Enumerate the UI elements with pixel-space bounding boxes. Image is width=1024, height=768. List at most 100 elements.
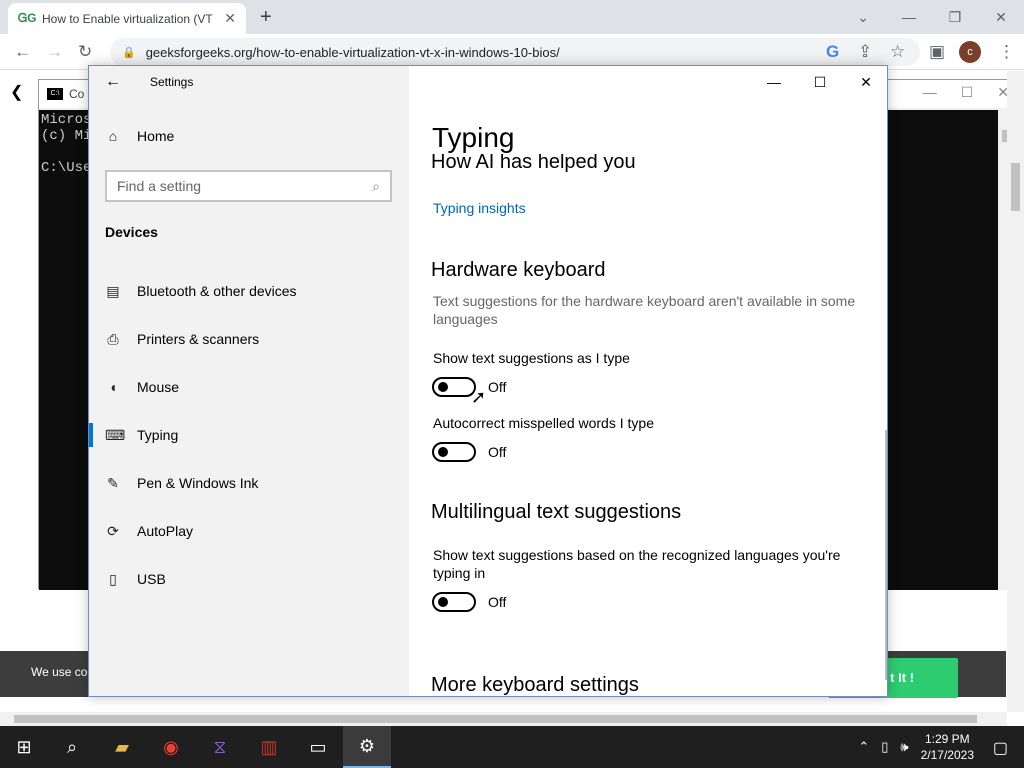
- network-icon[interactable]: ▯: [881, 739, 888, 755]
- sidebar-item-pen[interactable]: ✎ Pen & Windows Ink: [89, 459, 409, 507]
- search-input[interactable]: Find a setting ⌕: [105, 170, 392, 202]
- clock-time: 1:29 PM: [924, 732, 970, 746]
- url-text: geeksforgeeks.org/how-to-enable-virtuali…: [145, 44, 560, 60]
- new-tab-icon[interactable]: +: [260, 6, 272, 29]
- cmd-icon: C:\: [47, 88, 63, 100]
- search-icon: ⌕: [372, 177, 380, 194]
- command-prompt-icon[interactable]: ▭: [294, 726, 342, 768]
- sidebar-item-typing[interactable]: ⌨ Typing: [89, 411, 409, 459]
- settings-gear-icon[interactable]: ⚙: [343, 726, 391, 768]
- sidebar-item-label: Pen & Windows Ink: [137, 475, 259, 491]
- geeksforgeeks-icon: ᏀG: [18, 11, 37, 25]
- address-bar[interactable]: 🔒 geeksforgeeks.org/how-to-enable-virtua…: [110, 38, 920, 66]
- google-icon[interactable]: G: [826, 42, 839, 62]
- sidebar-item-mouse[interactable]: ◖ Mouse: [89, 363, 409, 411]
- sidebar-item-label: USB: [137, 571, 166, 587]
- hardware-keyboard-heading: Hardware keyboard: [431, 259, 606, 281]
- home-icon: ⌂: [108, 128, 118, 144]
- search-placeholder: Find a setting: [117, 178, 202, 194]
- keyboard-icon: ⌨: [105, 426, 126, 443]
- multilingual-heading: Multilingual text suggestions: [431, 501, 682, 523]
- back-arrow-icon[interactable]: ←: [105, 73, 121, 91]
- page-title: Typing: [432, 122, 515, 153]
- cmd-window-controls: — ☐ ✕: [923, 84, 1009, 101]
- clock-date: 2/17/2023: [920, 748, 974, 762]
- toggle-state: Off: [488, 379, 507, 395]
- page-vscroll-thumb[interactable]: [1011, 163, 1020, 211]
- tab-title: How to Enable virtualization (VT: [42, 11, 213, 26]
- sidebar-item-usb[interactable]: ▯ USB: [89, 555, 409, 603]
- settings-content: — ☐ ✕ Typing How AI has helped you Typin…: [409, 66, 887, 696]
- clock[interactable]: 1:29 PM 2/17/2023: [921, 731, 974, 763]
- page-hscroll-thumb[interactable]: [14, 715, 977, 723]
- forward-arrow-icon[interactable]: →: [46, 42, 63, 62]
- show-suggestions-toggle[interactable]: [432, 377, 476, 397]
- file-explorer-icon[interactable]: ▰: [98, 726, 146, 768]
- chevron-left-icon[interactable]: ❮: [10, 82, 23, 102]
- printer-icon: ⎙: [107, 330, 119, 347]
- profile-avatar[interactable]: c: [959, 41, 981, 63]
- multilingual-toggle-row: Off: [432, 592, 506, 612]
- mouse-cursor-icon: ➚: [471, 387, 487, 407]
- sidebar-item-autoplay[interactable]: ⟳ AutoPlay: [89, 507, 409, 555]
- browser-tab[interactable]: ᏀG How to Enable virtualization (VT ✕: [8, 3, 246, 34]
- maximize-icon[interactable]: ☐: [797, 66, 843, 98]
- settings-window: ← Settings ⌂ Home Find a setting ⌕ Devic…: [88, 65, 888, 697]
- settings-scrollbar[interactable]: [885, 430, 887, 680]
- autocorrect-toggle[interactable]: [432, 442, 476, 462]
- typing-insights-link[interactable]: Typing insights: [433, 200, 526, 216]
- restore-icon[interactable]: ❐: [932, 9, 978, 26]
- sidebar-item-printers[interactable]: ⎙ Printers & scanners: [89, 315, 409, 363]
- nav-home-label: Home: [137, 128, 175, 144]
- close-icon[interactable]: ✕: [843, 66, 887, 98]
- toggle-state: Off: [488, 594, 507, 610]
- sidebar-item-label: Bluetooth & other devices: [137, 283, 297, 299]
- sidebar-item-bluetooth[interactable]: ▤ Bluetooth & other devices: [89, 267, 409, 315]
- page-vertical-scrollbar[interactable]: [1007, 71, 1024, 712]
- tab-search-icon[interactable]: ⌄: [840, 9, 886, 26]
- minimize-icon[interactable]: —: [886, 9, 932, 25]
- volume-icon[interactable]: 🕪: [900, 739, 908, 755]
- nav-home[interactable]: ⌂ Home: [105, 128, 175, 144]
- sidebar-item-label: Printers & scanners: [137, 331, 260, 347]
- chevron-up-icon[interactable]: ⌃: [858, 739, 869, 755]
- browser-window-controls: ⌄ — ❐ ✕: [840, 0, 1024, 34]
- minimize-icon[interactable]: —: [923, 84, 937, 101]
- share-icon[interactable]: ⇪: [858, 42, 872, 62]
- sidebar-item-label: AutoPlay: [137, 523, 194, 539]
- show-suggestions-toggle-row: Off: [432, 377, 506, 397]
- winrar-icon[interactable]: ▥: [245, 726, 293, 768]
- notifications-icon[interactable]: ▢: [993, 738, 1008, 758]
- hardware-keyboard-description: Text suggestions for the hardware keyboa…: [433, 293, 856, 327]
- reload-icon[interactable]: ↻: [78, 42, 92, 62]
- menu-dots-icon[interactable]: ⋮: [998, 42, 1015, 62]
- bluetooth-devices-icon: ▤: [106, 282, 120, 299]
- chrome-icon[interactable]: ◉: [147, 726, 195, 768]
- cookie-text: We use co: [31, 665, 88, 679]
- back-arrow-icon[interactable]: ←: [14, 42, 31, 62]
- mouse-icon: ◖: [108, 379, 118, 395]
- lock-icon[interactable]: 🔒: [122, 46, 136, 59]
- autocorrect-toggle-row: Off: [432, 442, 506, 462]
- settings-sidebar: ← Settings ⌂ Home Find a setting ⌕ Devic…: [89, 66, 409, 696]
- visual-studio-icon[interactable]: ⧖: [196, 726, 244, 768]
- close-window-icon[interactable]: ✕: [978, 9, 1024, 26]
- autoplay-icon: ⟳: [107, 522, 119, 539]
- partial-heading: How AI has helped you: [431, 154, 636, 173]
- minimize-icon[interactable]: —: [751, 66, 797, 98]
- multilingual-label: Show text suggestions based on the recog…: [433, 547, 841, 581]
- settings-window-title: Settings: [150, 75, 194, 89]
- multilingual-toggle[interactable]: [432, 592, 476, 612]
- browser-tabstrip: ᏀG How to Enable virtualization (VT ✕ + …: [0, 0, 1024, 34]
- section-label: Devices: [105, 224, 158, 240]
- show-suggestions-label: Show text suggestions as I type: [433, 350, 630, 366]
- search-icon[interactable]: ⌕: [48, 726, 96, 768]
- side-panel-icon[interactable]: ▣: [929, 42, 945, 62]
- cmd-title: Co: [69, 87, 85, 101]
- close-tab-icon[interactable]: ✕: [224, 10, 236, 27]
- maximize-icon[interactable]: ☐: [961, 84, 974, 101]
- sidebar-item-label: Typing: [137, 427, 179, 443]
- start-icon[interactable]: ⊞: [0, 726, 48, 768]
- bookmark-star-icon[interactable]: ☆: [890, 42, 905, 62]
- page-horizontal-scrollbar[interactable]: [0, 712, 1007, 726]
